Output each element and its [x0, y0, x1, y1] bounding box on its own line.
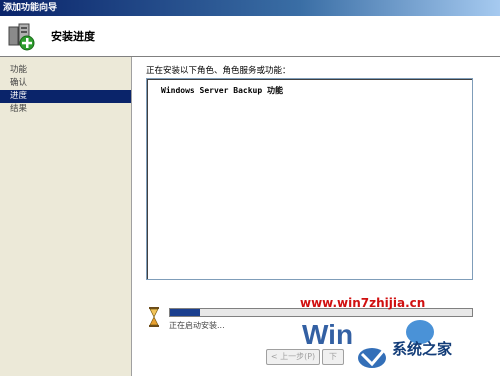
- next-button[interactable]: 下: [322, 349, 344, 365]
- step-item-confirm: 确认: [10, 78, 28, 88]
- step-list: 功能 确认 进度 结果: [0, 64, 131, 116]
- install-items-listbox[interactable]: Windows Server Backup 功能: [146, 78, 473, 280]
- page-title: 安装进度: [51, 30, 95, 43]
- step-item-features: 功能: [10, 65, 28, 75]
- listbox-frame: Windows Server Backup 功能: [147, 79, 472, 279]
- watermark-url: www.win7zhijia.cn: [300, 296, 426, 310]
- wizard-steps-pane: 功能 确认 进度 结果: [0, 57, 132, 376]
- list-item: Windows Server Backup 功能: [161, 86, 283, 95]
- step-item-results: 结果: [10, 104, 28, 114]
- title-bar: 添加功能向导: [0, 0, 500, 16]
- back-button[interactable]: < 上一步(P): [266, 349, 320, 365]
- step-item-progress: 进度: [0, 90, 131, 103]
- hourglass-icon: [149, 307, 159, 327]
- instruction-text: 正在安装以下角色、角色服务或功能：: [146, 66, 291, 76]
- progress-fill: [170, 309, 201, 316]
- status-text: 正在启动安装...: [169, 321, 225, 330]
- svg-text:Win: Win: [302, 319, 353, 350]
- watermark-site-name: 系统之家: [392, 340, 453, 358]
- wizard-header: 安装进度: [0, 16, 500, 57]
- add-feature-icon: [8, 23, 35, 51]
- window-title: 添加功能向导: [3, 3, 58, 13]
